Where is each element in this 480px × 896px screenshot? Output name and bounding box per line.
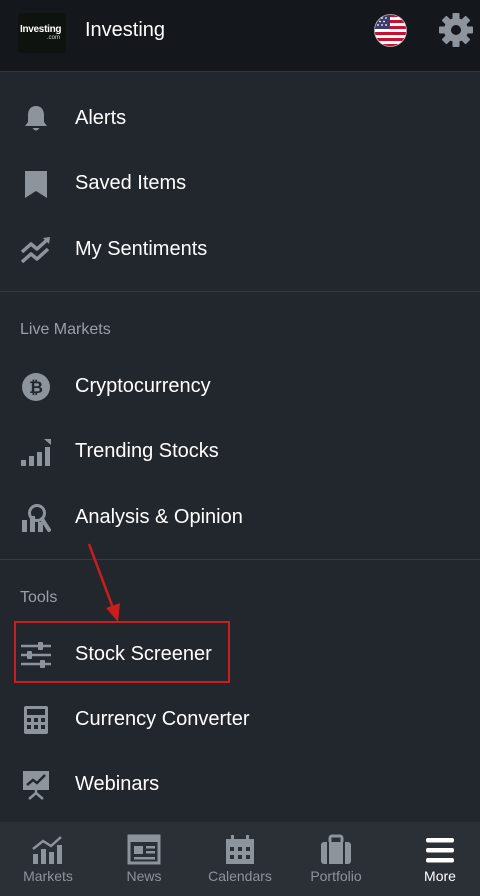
menu-item-label: Saved Items: [75, 172, 187, 194]
menu-item-currency-converter[interactable]: Currency Converter: [0, 687, 480, 751]
menu-item-label: Trending Stocks: [75, 440, 219, 462]
divider: [0, 559, 480, 560]
calendar-icon: [226, 835, 254, 864]
investing-logo[interactable]: Investing .com: [18, 13, 66, 53]
menu-item-trending-stocks[interactable]: Trending Stocks: [0, 419, 480, 483]
top-bar: Investing .com Investing: [0, 0, 480, 72]
menu-item-label: Alerts: [75, 107, 127, 129]
bookmark-icon: [25, 171, 47, 198]
section-title-tools: Tools: [20, 589, 58, 606]
annotation-arrow: [87, 543, 120, 622]
logo-sub: .com: [47, 35, 61, 41]
divider: [0, 291, 480, 292]
menu-item-saved-items[interactable]: Saved Items: [0, 151, 480, 215]
tab-markets[interactable]: Markets: [0, 822, 96, 896]
menu-item-webinars[interactable]: Webinars: [0, 752, 480, 816]
news-icon: [127, 834, 161, 865]
markets-icon: [32, 836, 62, 864]
calculator-icon: [24, 706, 48, 734]
svg-text:₿: ₿: [29, 378, 43, 398]
briefcase-icon: [321, 834, 351, 864]
hamburger-icon: [426, 838, 454, 863]
tab-news[interactable]: News: [96, 822, 192, 896]
tab-label: Markets: [23, 868, 73, 884]
trending-bars-icon: [21, 439, 51, 466]
us-flag-icon[interactable]: [374, 14, 407, 47]
menu-item-my-sentiments[interactable]: My Sentiments: [0, 217, 480, 281]
tab-label: News: [126, 868, 162, 884]
section-title-live-markets: Live Markets: [20, 321, 111, 338]
menu-item-label: Analysis & Opinion: [75, 506, 243, 528]
tab-label: Calendars: [208, 868, 272, 884]
menu-item-label: My Sentiments: [75, 238, 208, 260]
menu-item-analysis-opinion[interactable]: Analysis & Opinion: [0, 485, 480, 549]
bitcoin-icon: ₿: [22, 373, 50, 401]
menu-item-label: Webinars: [75, 773, 160, 795]
tab-label: Portfolio: [310, 868, 362, 884]
tab-label: More: [424, 868, 456, 884]
menu-item-cryptocurrency[interactable]: ₿ Cryptocurrency: [0, 354, 480, 418]
logo-text: Investing: [20, 24, 62, 35]
analysis-icon: [22, 504, 51, 532]
app-title: Investing: [85, 19, 166, 41]
tab-more[interactable]: More: [392, 822, 480, 896]
highlight-box: [14, 621, 230, 683]
menu-item-label: Currency Converter: [75, 708, 250, 730]
gear-icon[interactable]: [438, 12, 474, 48]
menu-item-label: Cryptocurrency: [75, 375, 211, 397]
bottom-nav: Markets News Calendars Portfolio More: [0, 822, 480, 896]
presentation-icon: [23, 771, 49, 800]
sentiment-chart-icon: [20, 237, 50, 264]
menu-item-alerts[interactable]: Alerts: [0, 86, 480, 150]
tab-calendars[interactable]: Calendars: [192, 822, 288, 896]
bell-icon: [25, 106, 47, 131]
tab-portfolio[interactable]: Portfolio: [288, 822, 384, 896]
